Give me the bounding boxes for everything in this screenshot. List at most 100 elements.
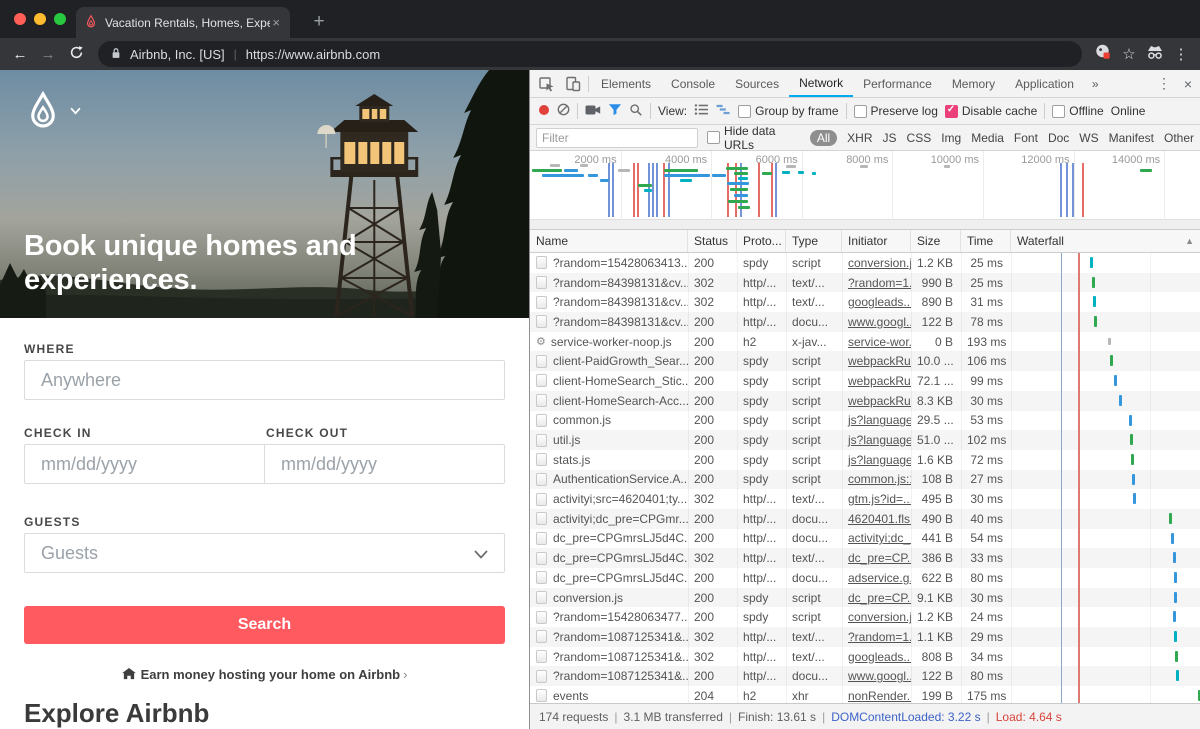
clear-icon[interactable] [557,103,570,119]
initiator-link[interactable]: activityi;dc_... [848,531,911,545]
airbnb-logo[interactable] [24,90,81,131]
initiator-link[interactable]: common.js:19 [848,472,911,486]
column-time[interactable]: Time [961,230,1011,252]
initiator-link[interactable]: 4620401.fls... [848,512,911,526]
initiator-link[interactable]: www.googl... [848,669,911,683]
browser-tab[interactable]: Vacation Rentals, Homes, Expe × [76,7,290,38]
throttling-select[interactable]: Online [1111,104,1146,118]
column-protocol[interactable]: Proto... [737,230,786,252]
timeline-scroll-strip[interactable] [530,219,1200,229]
device-toolbar-icon[interactable] [560,72,586,96]
filter-input[interactable] [536,128,698,148]
table-row[interactable]: client-HomeSearch_Stic...200spdyscriptwe… [530,371,1200,391]
filter-type-doc[interactable]: Doc [1048,131,1069,145]
tab-network[interactable]: Network [789,70,853,97]
tab-console[interactable]: Console [661,70,725,97]
devtools-close-icon[interactable]: × [1176,76,1200,92]
filter-type-other[interactable]: Other [1164,131,1194,145]
initiator-link[interactable]: googleads.... [848,295,911,309]
disable-cache-toggle[interactable]: Disable cache [945,104,1037,118]
initiator-link[interactable]: nonRender... [848,689,911,703]
tab-memory[interactable]: Memory [942,70,1005,97]
capture-screenshots-icon[interactable] [585,104,601,119]
column-initiator[interactable]: Initiator [842,230,911,252]
bookmark-star-icon[interactable]: ☆ [1116,45,1142,63]
filter-type-ws[interactable]: WS [1079,131,1098,145]
checkout-input[interactable]: mm/dd/yyyy [265,445,504,483]
checkbox-icon[interactable] [854,105,867,118]
devtools-menu-icon[interactable]: ⋮ [1152,75,1176,92]
host-banner[interactable]: Earn money hosting your home on Airbnb› [0,667,529,682]
table-row[interactable]: events204h2xhrnonRender...199 B175 ms [530,686,1200,703]
initiator-link[interactable]: ?random=1... [848,276,911,290]
checkbox-icon[interactable] [707,131,720,144]
initiator-link[interactable]: adservice.g... [848,571,911,585]
filter-type-font[interactable]: Font [1014,131,1038,145]
table-row[interactable]: dc_pre=CPGmrsLJ5d4C...200http/...docu...… [530,529,1200,549]
tab-performance[interactable]: Performance [853,70,942,97]
initiator-link[interactable]: conversion.j... [848,256,911,270]
column-type[interactable]: Type [786,230,842,252]
table-row[interactable]: ?random=1087125341&...200http/...docu...… [530,666,1200,686]
table-row[interactable]: ?random=1087125341&...302http/...text/..… [530,627,1200,647]
checkin-input[interactable]: mm/dd/yyyy [25,445,265,483]
forward-button[interactable]: → [34,46,62,63]
checkbox-icon[interactable] [738,105,751,118]
table-row[interactable]: activityi;dc_pre=CPGmr...200http/...docu… [530,509,1200,529]
initiator-link[interactable]: js?language... [848,433,911,447]
table-row[interactable]: ?random=84398131&cv...302http/...text/..… [530,273,1200,293]
initiator-link[interactable]: gtm.js?id=... [848,492,911,506]
filter-type-js[interactable]: JS [883,131,897,145]
table-row[interactable]: ?random=15428063477...200spdyscriptconve… [530,607,1200,627]
group-by-frame-toggle[interactable]: Group by frame [738,104,838,118]
search-icon[interactable] [629,103,643,120]
table-row[interactable]: client-HomeSearch-Acc...200spdyscriptweb… [530,391,1200,411]
address-bar[interactable]: Airbnb, Inc. [US] | https://www.airbnb.c… [98,41,1082,67]
inspect-element-icon[interactable] [534,72,560,96]
table-row[interactable]: ?random=84398131&cv...302http/...text/..… [530,292,1200,312]
more-tabs-icon[interactable]: » [1084,77,1107,91]
initiator-link[interactable]: googleads.... [848,650,911,664]
view-list-icon[interactable] [694,103,709,119]
search-button[interactable]: Search [24,606,505,644]
filter-type-all[interactable]: All [810,130,837,146]
record-icon[interactable] [538,104,550,119]
table-row[interactable]: dc_pre=CPGmrsLJ5d4C...302http/...text/..… [530,548,1200,568]
guests-select[interactable]: Guests [24,533,505,573]
back-button[interactable]: ← [6,46,34,63]
tab-elements[interactable]: Elements [591,70,661,97]
initiator-link[interactable]: www.googl... [848,315,911,329]
table-row[interactable]: AuthenticationService.A...200spdyscriptc… [530,470,1200,490]
initiator-link[interactable]: dc_pre=CP... [848,551,911,565]
filter-funnel-icon[interactable] [608,103,622,119]
preserve-log-toggle[interactable]: Preserve log [854,104,938,118]
table-row[interactable]: activityi;src=4620401;ty...302http/...te… [530,489,1200,509]
filter-type-media[interactable]: Media [971,131,1004,145]
table-row[interactable]: ?random=15428063413...200spdyscriptconve… [530,253,1200,273]
zoom-window-button[interactable] [54,13,66,25]
browser-menu-icon[interactable]: ⋮ [1168,45,1194,63]
initiator-link[interactable]: js?language... [848,453,911,467]
hide-data-urls-toggle[interactable]: Hide data URLs [707,124,801,152]
close-window-button[interactable] [14,13,26,25]
view-waterfall-icon[interactable] [716,103,731,119]
table-row[interactable]: ⚙service-worker-noop.js200h2x-jav...serv… [530,332,1200,352]
filter-type-xhr[interactable]: XHR [847,131,872,145]
column-waterfall[interactable]: Waterfall▲ [1011,230,1200,252]
column-status[interactable]: Status [688,230,737,252]
table-row[interactable]: util.js200spdyscriptjs?language...51.0 .… [530,430,1200,450]
table-row[interactable]: ?random=1087125341&...302http/...text/..… [530,647,1200,667]
refresh-button[interactable] [62,45,90,64]
new-tab-button[interactable]: + [306,9,332,35]
table-row[interactable]: common.js200spdyscriptjs?language...29.5… [530,411,1200,431]
table-row[interactable]: stats.js200spdyscriptjs?language...1.6 K… [530,450,1200,470]
filter-type-manifest[interactable]: Manifest [1109,131,1154,145]
tab-application[interactable]: Application [1005,70,1084,97]
table-row[interactable]: conversion.js200spdyscriptdc_pre=CP...9.… [530,588,1200,608]
filter-type-css[interactable]: CSS [907,131,932,145]
column-size[interactable]: Size [911,230,961,252]
initiator-link[interactable]: dc_pre=CP... [848,591,911,605]
initiator-link[interactable]: webpackRu... [848,354,911,368]
column-name[interactable]: Name [530,230,688,252]
initiator-link[interactable]: webpackRu... [848,394,911,408]
